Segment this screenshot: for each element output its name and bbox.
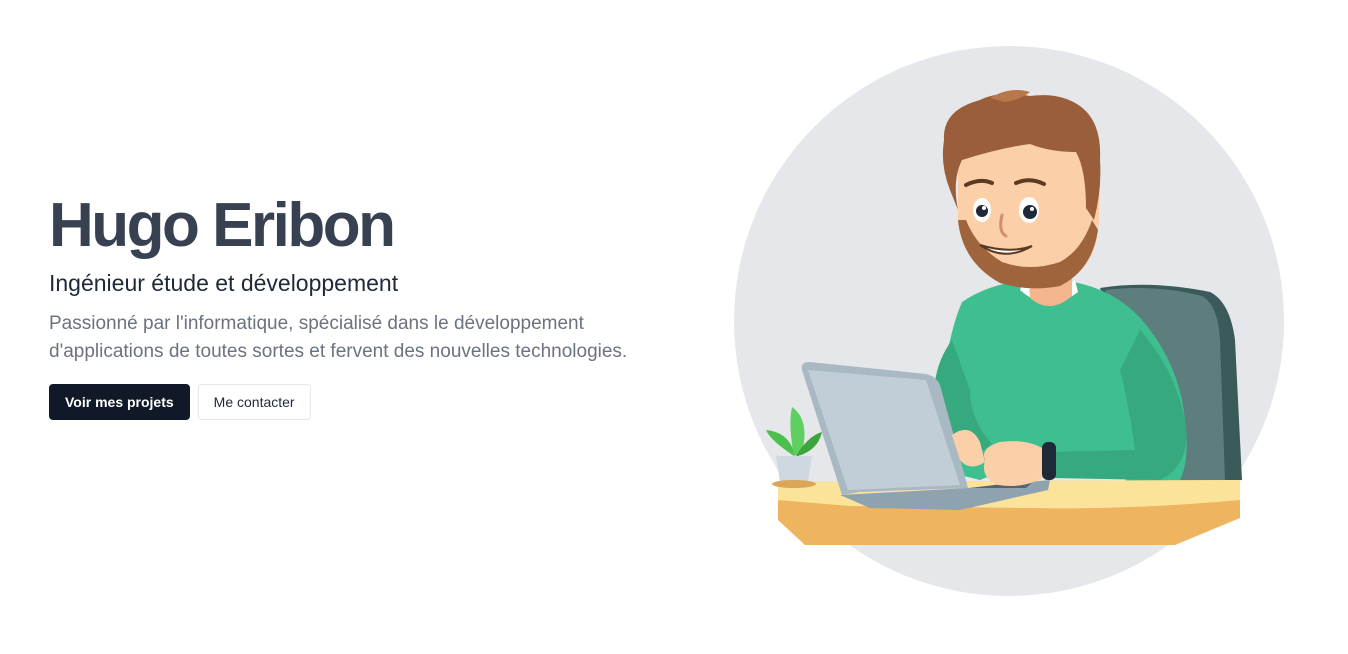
hero-intro: Hugo Eribon Ingénieur étude et développe…	[49, 190, 649, 420]
view-projects-button[interactable]: Voir mes projets	[49, 384, 190, 420]
developer-at-laptop-illustration	[734, 46, 1284, 596]
hero-name: Hugo Eribon	[49, 191, 396, 260]
hero-description: Passionné par l'informatique, spécialisé…	[49, 313, 628, 362]
hero-actions: Voir mes projets Me contacter	[49, 384, 649, 420]
hero-role: Ingénieur étude et développement	[49, 270, 399, 296]
contact-button[interactable]: Me contacter	[197, 384, 311, 420]
hero-section: Hugo Eribon Ingénieur étude et développe…	[0, 0, 1348, 654]
developer-illustration	[730, 40, 1290, 600]
